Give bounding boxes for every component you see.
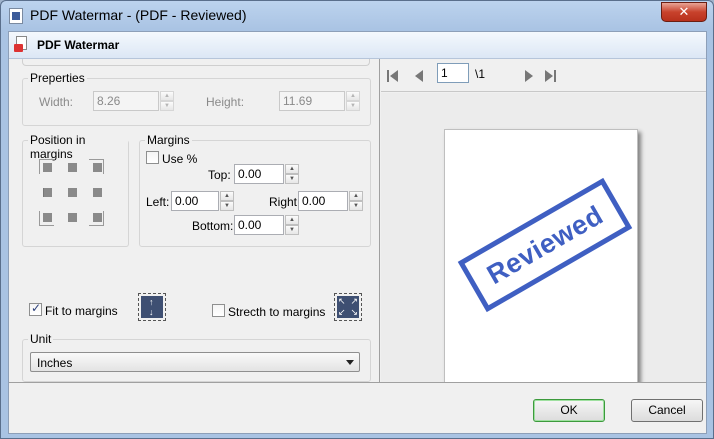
unit-select[interactable]: Inches xyxy=(30,352,360,372)
fit-to-margins-label: Fit to margins xyxy=(45,304,118,318)
settings-panel: Preperties Width: 8.26 ▲ ▼ Height: 11.69 … xyxy=(9,59,380,382)
header-title: PDF Watermar xyxy=(37,38,120,52)
pos-top-right[interactable] xyxy=(93,163,102,172)
dialog-window: PDF Watermar - (PDF - Reviewed) ✕ PDF Wa… xyxy=(0,0,714,439)
right-margin-spinner[interactable]: ▲ ▼ xyxy=(349,191,363,211)
top-margin-field[interactable]: 0.00 xyxy=(234,164,284,184)
top-margin-spinner[interactable]: ▲ ▼ xyxy=(285,164,299,184)
pos-middle-right[interactable] xyxy=(93,188,102,197)
previous-page-button[interactable] xyxy=(412,68,428,84)
window-title: PDF Watermar - (PDF - Reviewed) xyxy=(30,7,247,23)
left-margin-field[interactable]: 0.00 xyxy=(171,191,219,211)
dialog-client: PDF Watermar Preperties Width: 8.26 ▲ ▼ H… xyxy=(8,31,707,434)
position-grid xyxy=(39,157,115,233)
watermark-stamp-text: Reviewed xyxy=(481,199,608,290)
width-label: Width: xyxy=(39,95,74,109)
pos-middle-left[interactable] xyxy=(43,188,52,197)
fit-to-margins-checkbox[interactable] xyxy=(29,301,42,316)
collapsed-group-edge xyxy=(22,59,370,66)
ok-button[interactable]: OK xyxy=(533,399,605,422)
pos-bottom-right[interactable] xyxy=(93,213,102,222)
title-bar[interactable]: PDF Watermar - (PDF - Reviewed) ✕ xyxy=(1,1,713,31)
header-bar: PDF Watermar xyxy=(9,32,706,59)
preview-panel: 1 \1 Reviewed xyxy=(381,59,706,405)
fit-to-margins-icon[interactable]: ↑ ↓ xyxy=(138,293,166,321)
width-field[interactable]: 8.26 xyxy=(93,91,159,111)
height-label: Height: xyxy=(206,95,245,109)
position-group: Position in margins xyxy=(22,133,129,247)
pos-middle-center[interactable] xyxy=(68,188,77,197)
next-page-button[interactable] xyxy=(521,68,537,84)
pos-top-left[interactable] xyxy=(43,163,52,172)
bottom-margin-spinner[interactable]: ▲ ▼ xyxy=(285,215,299,235)
stretch-to-margins-checkbox[interactable] xyxy=(212,304,225,317)
dialog-footer: OK Cancel xyxy=(9,382,706,433)
last-page-button[interactable] xyxy=(543,68,559,84)
watermark-stamp: Reviewed xyxy=(457,177,633,313)
bottom-margin-field[interactable]: 0.00 xyxy=(234,215,284,235)
margins-legend: Margins xyxy=(145,133,192,147)
page-navigation: 1 \1 xyxy=(381,59,706,92)
left-label: Left: xyxy=(146,195,170,209)
watermark-icon xyxy=(14,36,30,53)
properties-group: Preperties Width: 8.26 ▲ ▼ Height: 11.69 … xyxy=(22,71,371,126)
height-field[interactable]: 11.69 xyxy=(279,91,345,111)
right-margin-field[interactable]: 0.00 xyxy=(298,191,348,211)
height-spinner[interactable]: ▲ ▼ xyxy=(346,91,360,111)
page-number-input[interactable]: 1 xyxy=(437,63,469,83)
right-label: Right: xyxy=(269,195,301,209)
left-margin-spinner[interactable]: ▲ ▼ xyxy=(220,191,234,211)
stretch-to-margins-icon[interactable]: ↖ ↗ ↙ ↘ xyxy=(334,293,362,321)
unit-legend: Unit xyxy=(28,332,54,346)
pos-bottom-center[interactable] xyxy=(68,213,77,222)
stretch-to-margins-label: Strecth to margins xyxy=(228,305,326,319)
top-label: Top: xyxy=(208,168,231,182)
pos-top-center[interactable] xyxy=(68,163,77,172)
page-total: \1 xyxy=(475,67,486,81)
bottom-label: Bottom: xyxy=(192,219,234,233)
width-spinner[interactable]: ▲ ▼ xyxy=(160,91,174,111)
pos-bottom-left[interactable] xyxy=(43,213,52,222)
first-page-button[interactable] xyxy=(386,68,402,84)
use-percent-checkbox[interactable] xyxy=(146,151,159,164)
pdf-app-icon xyxy=(9,8,23,24)
properties-legend: Preperties xyxy=(28,71,87,85)
unit-group: Unit Inches xyxy=(22,332,371,382)
use-percent-label: Use % xyxy=(162,152,198,166)
preview-page: Reviewed xyxy=(444,129,638,405)
unit-selected-value: Inches xyxy=(37,356,73,370)
chevron-down-icon xyxy=(346,360,354,365)
preview-area: Reviewed xyxy=(381,93,706,405)
close-button[interactable]: ✕ xyxy=(661,2,707,22)
cancel-button[interactable]: Cancel xyxy=(631,399,703,422)
margins-group: Margins Use % Top: 0.00 ▲ ▼ Left: 0.00 ▲ ▼… xyxy=(139,133,371,247)
